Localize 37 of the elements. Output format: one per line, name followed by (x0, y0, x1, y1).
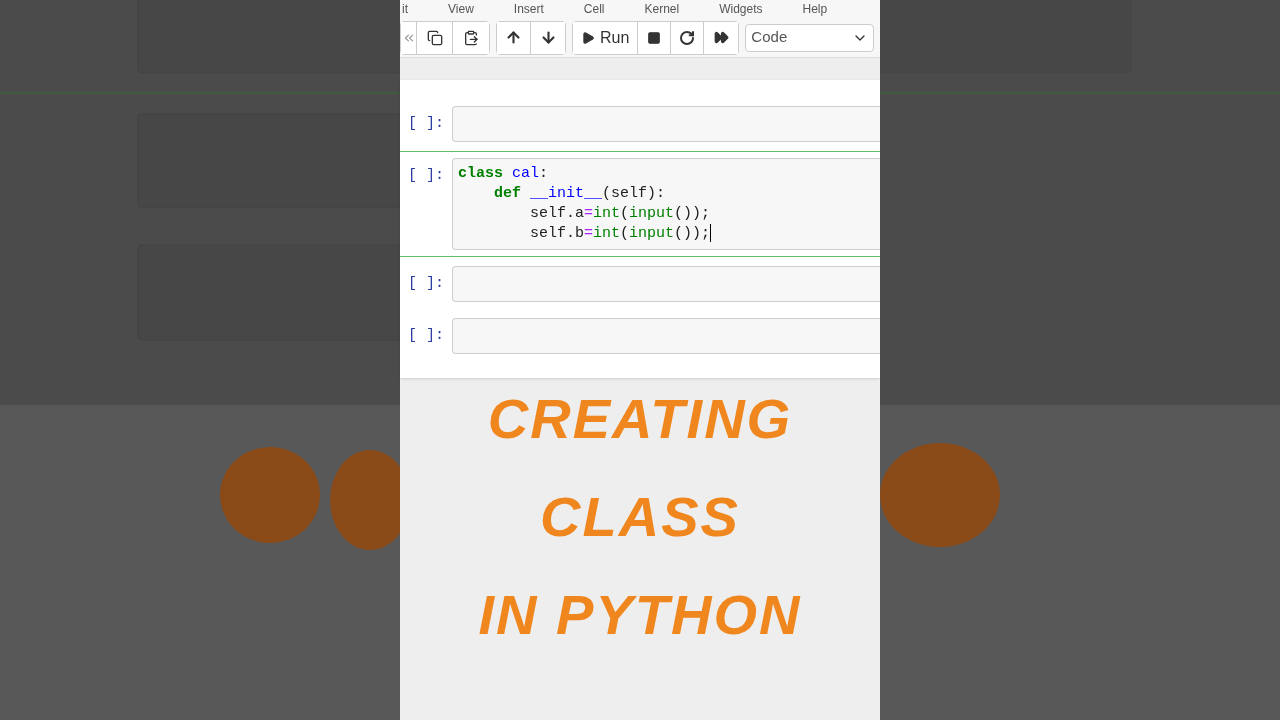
copy-icon (426, 29, 443, 46)
play-icon (581, 30, 595, 45)
menu-item[interactable]: Insert (513, 0, 544, 18)
restart-icon (679, 29, 696, 46)
code-line: self.b=int(input()); (529, 224, 712, 244)
paste-icon (463, 29, 479, 46)
menu-item[interactable]: Help (802, 0, 828, 18)
stop-button[interactable] (638, 21, 672, 54)
code-cell[interactable] (452, 318, 880, 354)
menu-item[interactable]: Kernel (644, 0, 680, 18)
move-down-button[interactable] (531, 21, 565, 54)
copy-button[interactable] (417, 21, 453, 54)
menu-item[interactable]: Cell (583, 0, 605, 18)
code-line: self.a=int(input()); (529, 204, 711, 224)
code-cell[interactable] (452, 266, 880, 302)
input-prompt: [ ]: (408, 114, 445, 134)
code-cell[interactable]: class cal: def __init__(self): self.a=int(input()); self.b=int(input()); (452, 158, 880, 250)
move-up-button[interactable] (497, 21, 531, 54)
code-cell[interactable] (452, 106, 880, 142)
code-line: class cal: (458, 164, 549, 184)
title-line: IN PYTHON (478, 582, 802, 648)
input-prompt: [ ]: (408, 166, 445, 186)
restart-button[interactable] (671, 21, 705, 54)
stop-icon (647, 30, 662, 45)
input-prompt: [ ]: (408, 326, 445, 346)
run-button[interactable]: Run (573, 21, 639, 54)
run-all-button[interactable] (704, 21, 739, 54)
menu-item[interactable]: Widgets (719, 0, 763, 18)
title-line: CLASS (540, 484, 740, 550)
input-prompt: [ ]: (408, 274, 445, 294)
fast-forward-icon (713, 30, 729, 45)
cell-type-select[interactable]: Code (745, 23, 875, 52)
menu-item[interactable]: it (402, 0, 408, 18)
menu-item[interactable]: View (448, 0, 474, 18)
title-line: CREATING (487, 386, 793, 452)
code-line: def __init__(self): (493, 184, 666, 204)
paste-button[interactable] (453, 21, 489, 54)
